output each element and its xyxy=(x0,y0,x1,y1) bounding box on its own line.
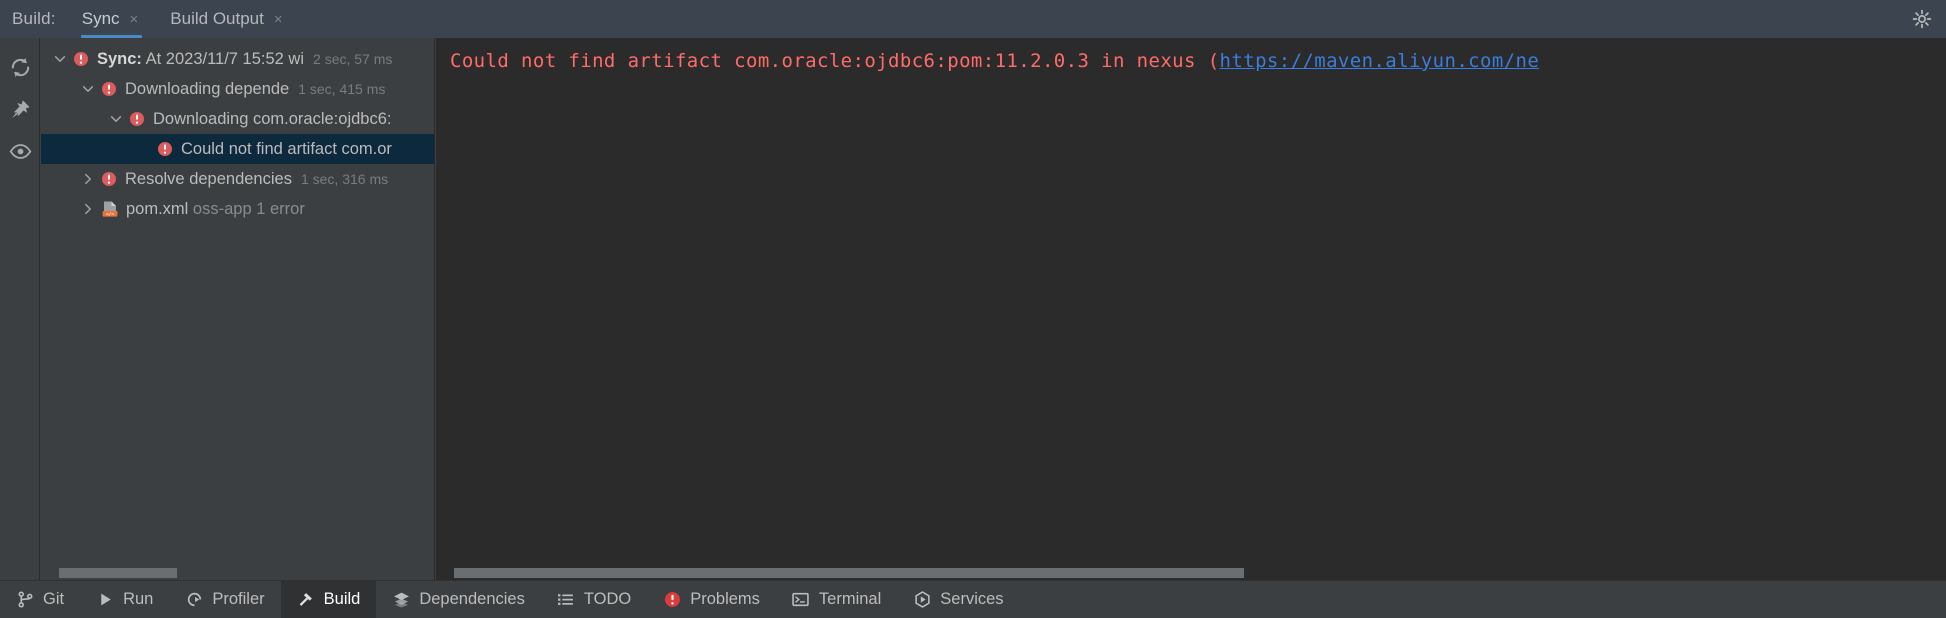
console-hscrollbar[interactable] xyxy=(436,568,1946,578)
terminal-icon xyxy=(792,591,810,609)
close-icon[interactable]: × xyxy=(130,12,139,27)
hammer-icon xyxy=(297,591,315,609)
eye-icon[interactable] xyxy=(0,130,40,172)
tree-row-label-text: Downloading depende xyxy=(125,79,290,98)
tree-row-downloading-dependencies[interactable]: Downloading depende 1 sec, 415 ms xyxy=(41,74,434,104)
statusbar-item-label: Git xyxy=(43,590,65,608)
tree-row-label: Downloading depende xyxy=(125,80,289,99)
statusbar-items: Git Run Profiler Build Dependencies TODO Probl… xyxy=(0,580,1020,618)
statusbar-item-terminal[interactable]: Terminal xyxy=(776,581,897,618)
tree-rows: Sync: At 2023/11/7 15:52 wi 2 sec, 57 ms D… xyxy=(41,38,434,224)
chevron-right-icon[interactable] xyxy=(81,202,95,216)
svg-text:</>: </> xyxy=(106,211,115,217)
statusbar-item-services[interactable]: Services xyxy=(897,581,1019,618)
statusbar-item-label: Run xyxy=(123,590,154,608)
tree-row-duration: 1 sec, 316 ms xyxy=(300,171,389,187)
gear-icon[interactable] xyxy=(1912,9,1932,29)
tree-row-label-text: Downloading com.oracle:ojdbc6: xyxy=(153,109,392,128)
error-icon xyxy=(129,111,145,127)
console-error-link[interactable]: https://maven.aliyun.com/ne xyxy=(1220,50,1540,72)
tree-row-pom-xml[interactable]: </> pom.xml oss-app 1 error xyxy=(41,194,434,224)
chevron-down-icon[interactable] xyxy=(81,82,95,96)
console-error-message: Could not find artifact com.oracle:ojdbc… xyxy=(436,38,1946,72)
statusbar-item-label: Build xyxy=(323,590,361,608)
tab-sync[interactable]: Sync × xyxy=(78,0,149,38)
tree-row-duration: 1 sec, 415 ms xyxy=(298,81,386,97)
tree-row-downloading-ojdbc6[interactable]: Downloading com.oracle:ojdbc6: xyxy=(41,104,434,134)
statusbar-item-profiler[interactable]: Profiler xyxy=(169,581,280,618)
list-icon xyxy=(557,591,575,609)
tab-label: Sync xyxy=(81,9,120,28)
statusbar-item-build[interactable]: Build xyxy=(280,580,377,618)
statusbar-item-problems[interactable]: Problems xyxy=(647,581,776,618)
console-error-text: Could not find artifact com.oracle:ojdbc… xyxy=(450,50,1220,72)
tree-row-subtext: oss-app 1 error xyxy=(188,199,305,218)
tab-label: Build Output xyxy=(170,9,264,28)
tree-row-label-text: Resolve dependencies xyxy=(125,169,292,188)
build-label: Build: xyxy=(12,9,56,28)
tree-row-could-not-find-artifact[interactable]: Could not find artifact com.or xyxy=(41,134,434,164)
build-console[interactable]: Could not find artifact com.oracle:ojdbc… xyxy=(436,38,1946,580)
services-icon xyxy=(913,591,931,609)
statusbar-item-git[interactable]: Git xyxy=(0,581,80,618)
chevron-down-icon[interactable] xyxy=(53,52,67,66)
tree-row-sync[interactable]: Sync: At 2023/11/7 15:52 wi 2 sec, 57 ms xyxy=(41,44,434,74)
chevron-right-icon[interactable] xyxy=(81,172,95,186)
error-icon xyxy=(663,591,681,609)
tree-row-label-text: At 2023/11/7 15:52 wi xyxy=(141,49,305,68)
statusbar-item-todo[interactable]: TODO xyxy=(541,581,647,618)
error-icon xyxy=(101,171,117,187)
statusbar-item-label: Dependencies xyxy=(419,590,525,608)
statusbar-item-label: TODO xyxy=(583,590,632,608)
build-tree[interactable]: Sync: At 2023/11/7 15:52 wi 2 sec, 57 ms D… xyxy=(41,38,435,580)
statusbar-item-label: Problems xyxy=(690,590,760,608)
tree-row-label: Sync: At 2023/11/7 15:52 wi xyxy=(97,50,304,69)
tree-row-label: pom.xml oss-app 1 error xyxy=(126,200,305,219)
tree-row-label-text: Could not find artifact com.or xyxy=(181,139,392,158)
play-icon xyxy=(96,591,114,609)
error-icon xyxy=(157,141,173,157)
statusbar-item-label: Profiler xyxy=(212,590,265,608)
tree-row-label-text: pom.xml xyxy=(126,199,189,218)
statusbar-item-label: Terminal xyxy=(818,590,882,608)
chevron-down-icon[interactable] xyxy=(109,112,123,126)
statusbar: Git Run Profiler Build Dependencies TODO Probl… xyxy=(0,580,1946,618)
statusbar-item-label: Services xyxy=(940,590,1004,608)
tree-row-label-bold: Sync: xyxy=(97,49,142,68)
tree-row-duration: 2 sec, 57 ms xyxy=(313,51,393,67)
pin-icon[interactable] xyxy=(0,88,40,130)
profiler-icon xyxy=(185,591,203,609)
statusbar-item-run[interactable]: Run xyxy=(80,581,169,618)
tree-row-label: Resolve dependencies xyxy=(125,170,292,189)
refresh-icon[interactable] xyxy=(0,46,40,88)
tree-row-label: Downloading com.oracle:ojdbc6: xyxy=(153,110,391,129)
error-icon xyxy=(101,81,117,97)
tree-hscrollbar[interactable] xyxy=(41,568,434,578)
git-branch-icon xyxy=(16,591,34,609)
tab-build-output[interactable]: Build Output × xyxy=(166,0,292,38)
tab-strip: Sync × Build Output × xyxy=(78,0,311,38)
xml-file-icon: </> xyxy=(101,200,119,218)
layers-icon xyxy=(392,591,410,609)
tree-hscrollbar-thumb[interactable] xyxy=(59,568,177,578)
build-tool-window: Build: Sync × Build Output × Sync: At 20… xyxy=(0,0,1946,618)
console-hscrollbar-thumb[interactable] xyxy=(454,568,1244,578)
tool-rail xyxy=(0,38,40,580)
build-header: Build: Sync × Build Output × xyxy=(0,0,1946,38)
tree-row-label: Could not find artifact com.or xyxy=(181,140,392,159)
error-icon xyxy=(73,51,89,67)
close-icon[interactable]: × xyxy=(274,12,283,27)
statusbar-item-dependencies[interactable]: Dependencies xyxy=(376,581,541,618)
tree-row-resolve-dependencies[interactable]: Resolve dependencies 1 sec, 316 ms xyxy=(41,164,434,194)
